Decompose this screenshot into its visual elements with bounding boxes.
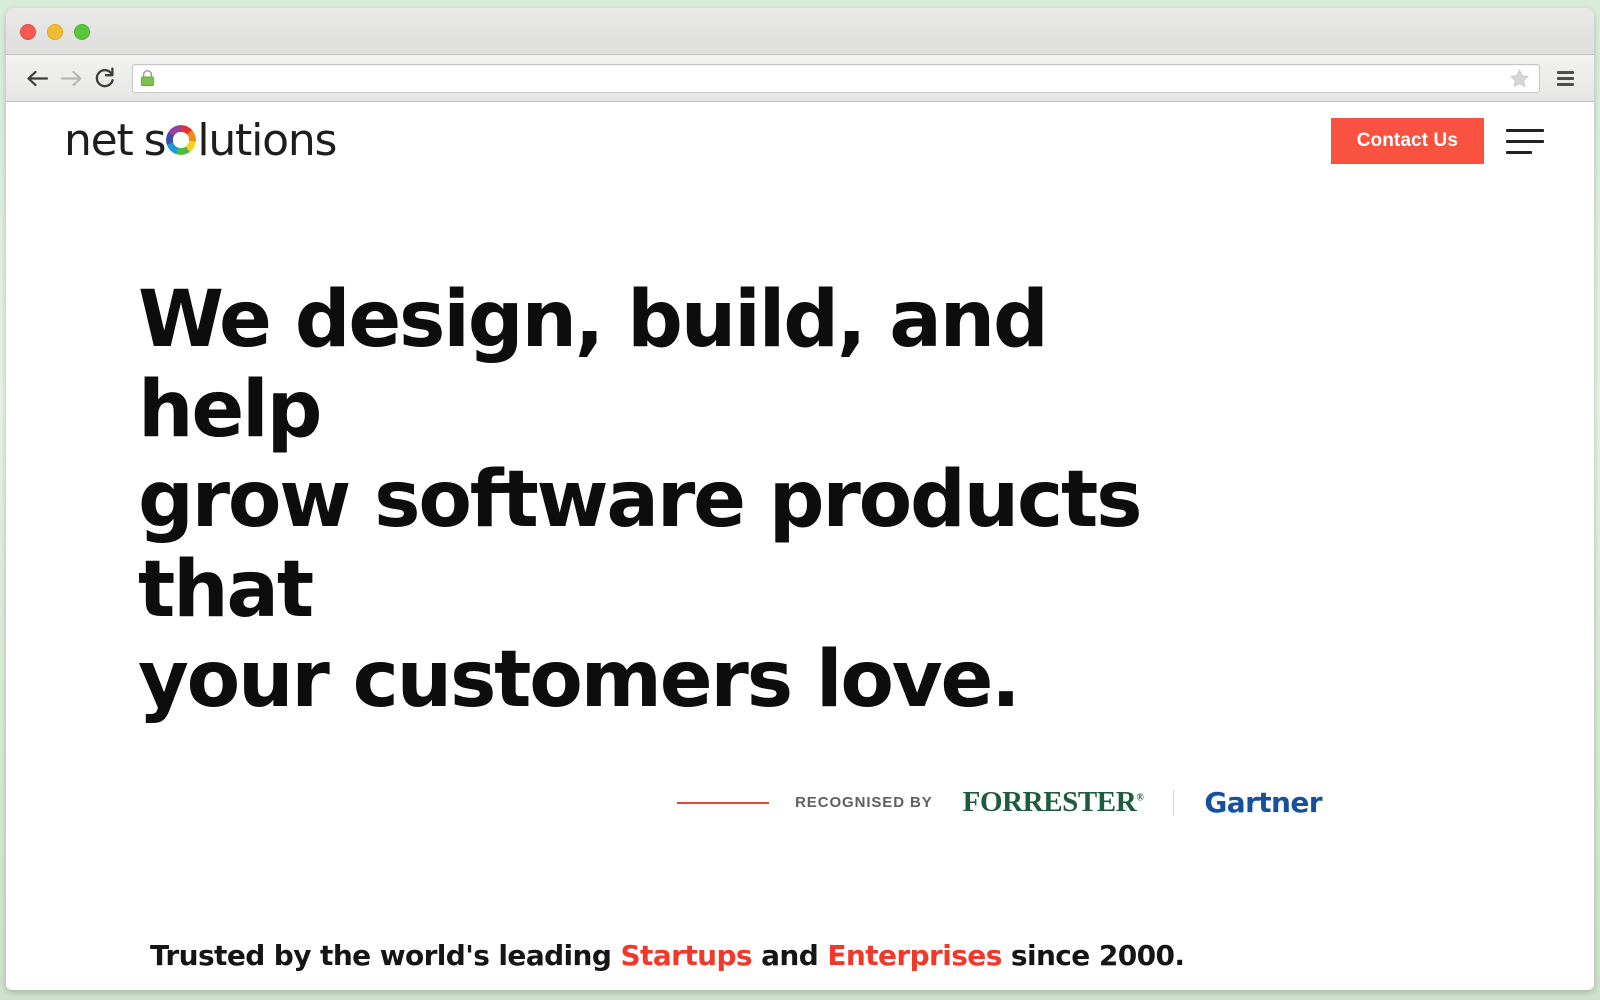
- badge-divider: [1173, 789, 1175, 816]
- forrester-logo: FORRESTER®: [963, 788, 1144, 817]
- trusted-text-3: since 2000.: [1001, 939, 1185, 972]
- recognised-by-label: RECOGNISED BY: [795, 794, 933, 811]
- trusted-highlight-enterprises: Enterprises: [827, 939, 1002, 972]
- hero-section: We design, build, and help grow software…: [6, 180, 1594, 725]
- bookmark-star-icon[interactable]: [1509, 68, 1530, 89]
- headline-line-1: We design, build, and help: [138, 275, 1049, 455]
- hamburger-line: [1506, 139, 1544, 143]
- trusted-text-2: and: [751, 939, 828, 972]
- browser-toolbar: [6, 55, 1594, 102]
- minimize-window-button[interactable]: [47, 24, 63, 40]
- close-window-button[interactable]: [20, 24, 36, 40]
- page-title: We design, build, and help grow software…: [138, 275, 1238, 725]
- menu-line: [1556, 76, 1574, 80]
- contact-us-button[interactable]: Contact Us: [1330, 118, 1484, 164]
- trusted-highlight-startups: Startups: [620, 939, 752, 972]
- reload-button[interactable]: [88, 61, 122, 95]
- hamburger-menu-icon[interactable]: [1506, 125, 1546, 158]
- recognised-by-row: RECOGNISED BY FORRESTER® Gartner: [6, 788, 1594, 817]
- browser-window: net s lutions Contact Us We design, buil…: [6, 8, 1594, 990]
- trusted-headline: Trusted by the world's leading Startups …: [150, 939, 1594, 973]
- web-page: net s lutions Contact Us We design, buil…: [6, 102, 1594, 989]
- logo-text-s: s: [143, 115, 167, 166]
- headline-line-2: grow software products that: [138, 455, 1143, 635]
- site-header: net s lutions Contact Us: [6, 102, 1594, 180]
- maximize-window-button[interactable]: [74, 24, 90, 40]
- site-logo[interactable]: net s lutions: [64, 115, 337, 166]
- trusted-text-1: Trusted by the world's leading: [150, 939, 621, 972]
- headline-line-3: your customers love.: [138, 635, 1021, 725]
- menu-line: [1556, 70, 1574, 74]
- logo-text-net: net: [64, 115, 134, 166]
- browser-titlebar: [6, 8, 1594, 55]
- gartner-logo: Gartner: [1204, 785, 1322, 819]
- forrester-name: FORRESTER: [962, 786, 1137, 818]
- logo-text-lutions: lutions: [197, 115, 337, 166]
- registered-mark-icon: ®: [1136, 792, 1144, 804]
- hamburger-line: [1506, 128, 1544, 132]
- lock-icon: [141, 69, 154, 86]
- address-bar[interactable]: [132, 63, 1540, 93]
- hamburger-line: [1506, 150, 1532, 154]
- forward-button[interactable]: [54, 61, 88, 95]
- menu-line: [1556, 82, 1574, 86]
- back-button[interactable]: [20, 61, 54, 95]
- logo-swirl-icon: [166, 125, 197, 155]
- traffic-lights: [20, 24, 90, 40]
- trusted-block: Trusted by the world's leading Startups …: [6, 817, 1594, 989]
- recognised-rule: [677, 801, 770, 804]
- browser-menu-button[interactable]: [1550, 63, 1580, 93]
- header-actions: Contact Us: [1330, 118, 1546, 164]
